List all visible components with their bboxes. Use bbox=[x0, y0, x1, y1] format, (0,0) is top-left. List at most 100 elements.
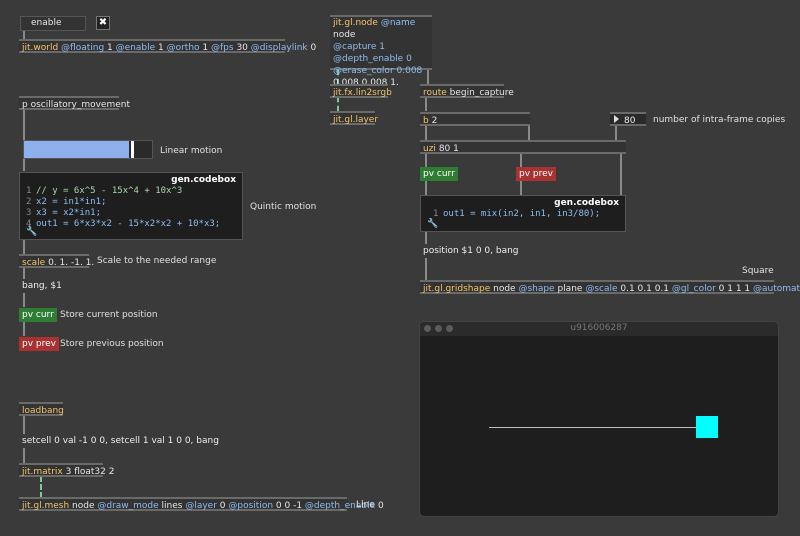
lin2srgb-name: jit.fx.lin2srgb bbox=[333, 88, 392, 98]
cord bbox=[615, 126, 617, 140]
route-args: begin_capture bbox=[449, 88, 514, 98]
code-line: x3 = x2*in1; bbox=[36, 208, 102, 218]
attribute-value: 1 bbox=[104, 43, 113, 53]
node-capture: @capture 1 bbox=[333, 42, 386, 52]
square-comment: Square bbox=[742, 266, 774, 276]
bang-message[interactable]: bang, $1 bbox=[19, 279, 69, 293]
render-window[interactable]: u916006287 bbox=[419, 321, 779, 517]
copies-number-box[interactable]: 80 bbox=[610, 112, 646, 126]
attribute-value: 0 0 -1 bbox=[273, 501, 303, 511]
jit-matrix-object[interactable]: jit.matrix 3 float32 2 bbox=[19, 463, 114, 477]
rendered-square bbox=[696, 416, 718, 438]
object-name: jit.gl.gridshape bbox=[423, 284, 491, 294]
quintic-motion-comment: Quintic motion bbox=[250, 202, 317, 212]
jit-gl-mesh-object[interactable]: jit.gl.mesh node @draw_mode lines @layer… bbox=[19, 497, 384, 511]
route-name: route bbox=[423, 88, 447, 98]
pv-curr-object-2[interactable]: pv curr bbox=[420, 167, 458, 181]
jit-gl-layer-object[interactable]: jit.gl.layer bbox=[330, 111, 379, 125]
attribute-name: @gl_color bbox=[669, 284, 716, 294]
code-line: out1 = 6*x3*x2 - 15*x2*x2 + 10*x3; bbox=[36, 219, 221, 229]
attribute-name: @draw_mode bbox=[94, 501, 159, 511]
attribute-name: @automatic bbox=[753, 284, 800, 294]
code-line: out1 = mix(in2, in1, in3/80); bbox=[443, 209, 601, 219]
code-line: // y = 6x^5 - 15x^4 + 10x^3 bbox=[36, 186, 183, 196]
pv-prev-object-2[interactable]: pv prev bbox=[516, 167, 556, 181]
line-number: 1 bbox=[433, 209, 439, 219]
b-name: b bbox=[423, 116, 429, 126]
uzi-object[interactable]: uzi 80 1 bbox=[420, 140, 626, 154]
matrix-cord bbox=[40, 476, 42, 498]
route-object[interactable]: route begin_capture bbox=[420, 84, 514, 98]
scale-name: scale bbox=[22, 258, 46, 268]
wrench-icon[interactable]: 🔧 bbox=[427, 219, 438, 229]
attribute-name: @scale bbox=[582, 284, 618, 294]
node-erase-color: @erase_color 0.008 bbox=[333, 66, 423, 76]
pv-curr-object[interactable]: pv curr bbox=[19, 308, 57, 322]
position-message[interactable]: position $1 0 0, bang bbox=[420, 244, 519, 258]
jit-gl-node-object[interactable]: jit.gl.node @name node @capture 1 @depth… bbox=[330, 15, 432, 88]
cord bbox=[23, 293, 25, 307]
attribute-value: lines bbox=[158, 501, 183, 511]
gl-layer-name: jit.gl.layer bbox=[333, 115, 379, 125]
pv-prev-comment: Store previous position bbox=[60, 339, 164, 349]
attribute-name: @enable bbox=[112, 43, 156, 53]
attribute-name: @shape bbox=[515, 284, 555, 294]
cord bbox=[23, 448, 25, 463]
scale-args: 0. 1. -1. 1. bbox=[48, 258, 95, 268]
codebox-title: gen.codebox bbox=[171, 175, 236, 185]
window-title: u916006287 bbox=[570, 323, 628, 333]
trigger-b-object[interactable]: b 2 bbox=[420, 112, 530, 126]
gen-codebox-quintic[interactable]: gen.codebox 1 // y = 6x^5 - 15x^4 + 10x^… bbox=[19, 172, 243, 240]
slider-knob bbox=[130, 141, 134, 158]
attribute-name: @fps bbox=[208, 43, 234, 53]
object-text: node bbox=[69, 501, 95, 511]
scale-object[interactable]: scale 0. 1. -1. 1. bbox=[19, 254, 94, 268]
cord bbox=[23, 107, 25, 141]
enable-message[interactable]: enable bbox=[20, 16, 86, 31]
attribute-value: 1 bbox=[155, 43, 164, 53]
object-text: node bbox=[490, 284, 516, 294]
subpatch-p: p bbox=[22, 100, 28, 110]
subpatcher-object[interactable]: p oscillatory_movement bbox=[19, 96, 130, 110]
cord bbox=[425, 258, 427, 280]
line-comment: Line bbox=[356, 500, 375, 510]
linear-motion-comment: Linear motion bbox=[160, 146, 223, 156]
cord bbox=[23, 240, 25, 254]
attribute-name: @layer bbox=[182, 501, 217, 511]
setcell-message[interactable]: setcell 0 val -1 0 0, setcell 1 val 1 0 … bbox=[19, 434, 219, 448]
attribute-name: @position bbox=[225, 501, 274, 511]
rendered-line bbox=[489, 427, 709, 428]
linear-motion-slider[interactable] bbox=[23, 140, 153, 159]
jit-fx-lin2srgb-object[interactable]: jit.fx.lin2srgb bbox=[330, 84, 392, 98]
jit-world-object[interactable]: jit.world @floating 1 @enable 1 @ortho 1… bbox=[19, 39, 316, 53]
attribute-name: @floating bbox=[58, 43, 105, 53]
attribute-value: 0 bbox=[375, 501, 384, 511]
b-args: 2 bbox=[431, 116, 438, 126]
cord bbox=[425, 181, 427, 195]
line-number: 2 bbox=[26, 197, 32, 207]
cord bbox=[620, 153, 622, 195]
pv-prev-object[interactable]: pv prev bbox=[19, 337, 59, 351]
loadbang-object[interactable]: loadbang bbox=[19, 402, 64, 416]
wrench-icon[interactable]: 🔧 bbox=[26, 227, 37, 237]
attribute-value: 1 bbox=[199, 43, 209, 53]
enable-toggle[interactable]: ✖ bbox=[96, 16, 110, 30]
copies-comment: number of intra-frame copies bbox=[653, 115, 786, 125]
window-titlebar[interactable]: u916006287 bbox=[420, 322, 778, 336]
attribute-value: 0 bbox=[216, 501, 226, 511]
uzi-name: uzi bbox=[423, 144, 436, 154]
cord bbox=[425, 232, 427, 244]
cord bbox=[520, 181, 522, 195]
object-name: jit.gl.mesh bbox=[22, 501, 70, 511]
codebox-title: gen.codebox bbox=[554, 198, 619, 208]
node-depth: @depth_enable 0 bbox=[333, 54, 412, 64]
attribute-value: plane bbox=[554, 284, 583, 294]
cord bbox=[520, 153, 522, 167]
node-attr-val: node bbox=[333, 30, 356, 40]
jit-gl-gridshape-object[interactable]: jit.gl.gridshape node @shape plane @scal… bbox=[420, 280, 800, 294]
line-number: 3 bbox=[26, 208, 32, 218]
matrix-args: 3 float32 2 bbox=[65, 467, 115, 477]
gen-codebox-mix[interactable]: gen.codebox 1 out1 = mix(in2, in1, in3/8… bbox=[420, 195, 626, 232]
subpatch-name: oscillatory_movement bbox=[30, 100, 130, 110]
attribute-value: 0 bbox=[307, 43, 317, 53]
